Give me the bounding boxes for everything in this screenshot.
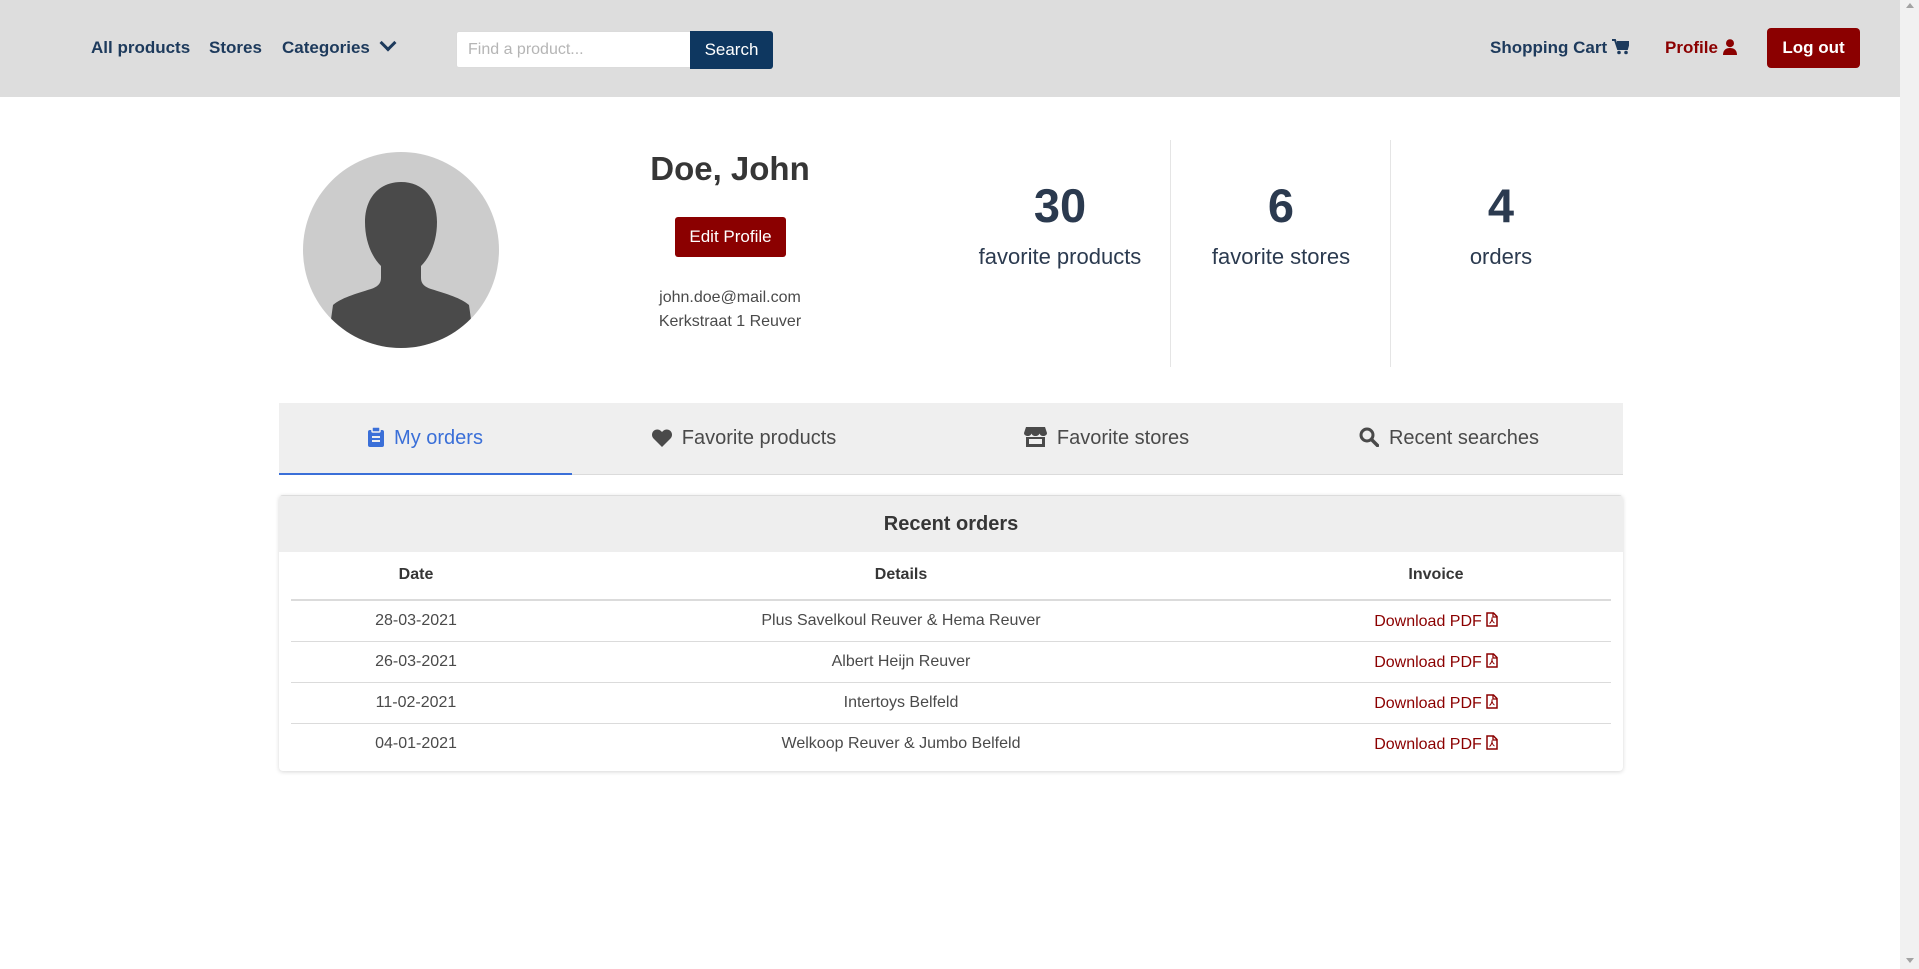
- nav-categories-label: Categories: [282, 38, 370, 57]
- edit-profile-button[interactable]: Edit Profile: [675, 217, 786, 257]
- table-row: 28-03-2021 Plus Savelkoul Reuver & Hema …: [291, 600, 1611, 642]
- nav-categories-dropdown[interactable]: Categories: [282, 34, 397, 58]
- file-pdf-icon: [1486, 734, 1498, 750]
- invoice-cell: Download PDF: [1261, 682, 1611, 724]
- tab-favorite-stores[interactable]: Favorite stores: [1014, 403, 1199, 474]
- download-pdf-label: Download PDF: [1374, 694, 1482, 712]
- download-pdf-label: Download PDF: [1374, 653, 1482, 671]
- tab-recent-searches[interactable]: Recent searches: [1354, 403, 1544, 474]
- download-pdf-link[interactable]: Download PDF: [1374, 652, 1498, 671]
- logout-button[interactable]: Log out: [1767, 28, 1860, 68]
- stat-value: 30: [1033, 179, 1087, 232]
- profile-address: Kerkstraat 1 Reuver: [658, 313, 802, 330]
- card-title: Recent orders: [279, 495, 1623, 552]
- download-pdf-link[interactable]: Download PDF: [1374, 734, 1498, 753]
- order-details: Albert Heijn Reuver: [541, 641, 1261, 683]
- invoice-cell: Download PDF: [1261, 724, 1611, 765]
- shopping-cart-icon: [1612, 39, 1630, 55]
- user-silhouette-icon: [327, 182, 475, 348]
- vertical-scrollbar[interactable]: [1900, 0, 1919, 969]
- profile-email: john.doe@mail.com: [659, 289, 801, 306]
- search-button[interactable]: Search: [690, 31, 773, 69]
- search-input[interactable]: [456, 31, 690, 68]
- heart-icon: [651, 429, 672, 447]
- avatar: [303, 152, 499, 348]
- column-header-details: Details: [541, 551, 1261, 601]
- orders-table: Date Details Invoice 28-03-2021 Plus Sav…: [291, 551, 1611, 764]
- table-header-row: Date Details Invoice: [291, 551, 1611, 601]
- order-date: 11-02-2021: [291, 682, 541, 724]
- order-date: 28-03-2021: [291, 600, 541, 642]
- stat-label: favorite stores: [1211, 244, 1351, 269]
- download-pdf-label: Download PDF: [1374, 612, 1482, 630]
- profile-name: Doe, John: [650, 150, 810, 187]
- stat-label: orders: [1469, 244, 1533, 269]
- column-header-date: Date: [291, 551, 541, 601]
- tab-label: My orders: [394, 427, 483, 449]
- table-row: 11-02-2021 Intertoys Belfeld Download PD…: [291, 682, 1611, 724]
- recent-orders-card: Recent orders Date Details Invoice 28-03…: [279, 495, 1623, 771]
- file-pdf-icon: [1486, 693, 1498, 709]
- user-icon: [1722, 39, 1737, 55]
- download-pdf-link[interactable]: Download PDF: [1374, 693, 1498, 712]
- nav-profile[interactable]: Profile: [1665, 38, 1737, 58]
- tab-label: Favorite stores: [1056, 427, 1190, 449]
- download-pdf-link[interactable]: Download PDF: [1374, 611, 1498, 630]
- order-date: 26-03-2021: [291, 641, 541, 683]
- stat-favorite-stores: 6 favorite stores: [1170, 140, 1391, 367]
- nav-stores[interactable]: Stores: [209, 38, 262, 58]
- chevron-down-icon: [379, 34, 397, 52]
- column-header-invoice: Invoice: [1261, 551, 1611, 601]
- stat-label: favorite products: [978, 244, 1142, 269]
- download-pdf-label: Download PDF: [1374, 735, 1482, 753]
- clipboard-icon: [368, 426, 385, 447]
- invoice-cell: Download PDF: [1261, 600, 1611, 642]
- stat-value: 4: [1487, 179, 1515, 232]
- order-details: Welkoop Reuver & Jumbo Belfeld: [781, 735, 1021, 752]
- table-row: 04-01-2021 Welkoop Reuver & Jumbo Belfel…: [291, 724, 1611, 765]
- stat-orders: 4 orders: [1390, 140, 1611, 367]
- invoice-cell: Download PDF: [1261, 641, 1611, 683]
- table-row: 26-03-2021 Albert Heijn Reuver Download …: [291, 641, 1611, 683]
- tab-label: Recent searches: [1388, 427, 1540, 449]
- nav-all-products[interactable]: All products: [91, 38, 190, 58]
- nav-shopping-cart[interactable]: Shopping Cart: [1490, 38, 1630, 58]
- order-date: 04-01-2021: [375, 735, 457, 752]
- order-details: Intertoys Belfeld: [541, 682, 1261, 724]
- file-pdf-icon: [1486, 611, 1498, 627]
- scroll-down-arrow-icon[interactable]: [1906, 958, 1914, 963]
- profile-tabs: My orders Favorite products Favorite sto…: [279, 403, 1623, 475]
- scroll-up-arrow-icon[interactable]: [1906, 3, 1914, 8]
- navbar: All products Stores Categories Search Sh…: [0, 0, 1900, 97]
- profile-label: Profile: [1665, 38, 1718, 57]
- store-icon: [1023, 427, 1047, 447]
- order-details: Plus Savelkoul Reuver & Hema Reuver: [541, 600, 1261, 642]
- file-pdf-icon: [1486, 652, 1498, 668]
- tab-label: Favorite products: [681, 427, 837, 449]
- shopping-cart-label: Shopping Cart: [1490, 38, 1608, 57]
- tab-my-orders[interactable]: My orders: [279, 403, 572, 475]
- tab-favorite-products[interactable]: Favorite products: [639, 403, 849, 474]
- stat-value: 6: [1267, 179, 1295, 232]
- search-icon: [1359, 427, 1380, 448]
- stat-favorite-products: 30 favorite products: [950, 140, 1170, 367]
